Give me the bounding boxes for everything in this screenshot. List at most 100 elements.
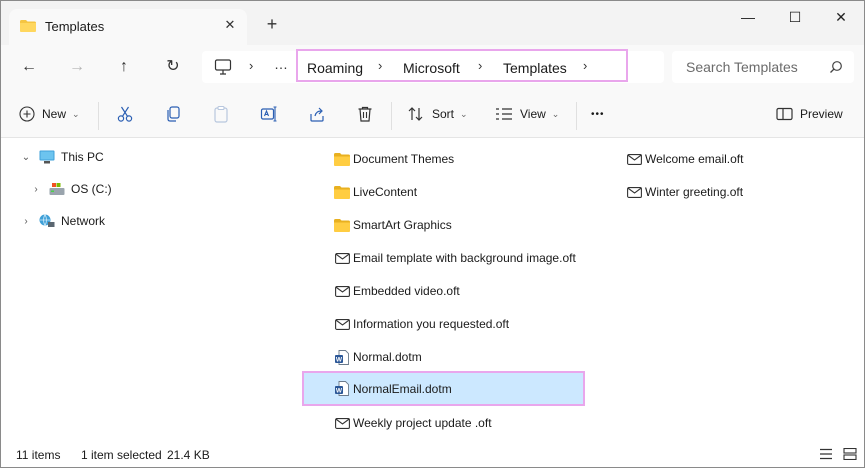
rename-icon bbox=[260, 106, 277, 122]
chevron-right-icon[interactable]: › bbox=[19, 216, 33, 227]
file-name: SmartArt Graphics bbox=[353, 218, 452, 232]
address-bar[interactable]: › … Roaming › Microsoft › Templates › bbox=[202, 49, 664, 83]
file-name: Normal.dotm bbox=[353, 350, 422, 364]
folder-icon bbox=[20, 20, 36, 32]
address-row: ← → ↑ ↻ › … Roaming › Microsoft › Templa… bbox=[1, 45, 864, 90]
divider bbox=[98, 102, 99, 130]
sort-button[interactable]: Sort ⌄ bbox=[407, 102, 468, 126]
chevron-down-icon: ⌄ bbox=[460, 108, 468, 119]
share-button[interactable] bbox=[308, 102, 326, 126]
divider bbox=[391, 102, 392, 130]
view-list-icon bbox=[496, 108, 512, 120]
envelope-icon bbox=[334, 251, 350, 265]
preview-button[interactable]: Preview bbox=[776, 102, 843, 126]
copy-button[interactable] bbox=[164, 102, 182, 126]
envelope-icon bbox=[334, 317, 350, 331]
divider bbox=[576, 102, 577, 130]
chevron-right-icon[interactable]: › bbox=[29, 184, 43, 195]
delete-button[interactable] bbox=[356, 102, 374, 126]
file-name: Information you requested.oft bbox=[353, 317, 510, 331]
envelope-icon bbox=[626, 185, 642, 199]
close-window-button[interactable]: ✕ bbox=[818, 1, 864, 33]
breadcrumb-templates[interactable]: Templates bbox=[503, 60, 567, 76]
tree-label: Network bbox=[61, 214, 106, 228]
tab-templates[interactable]: Templates ✕ bbox=[9, 9, 247, 45]
sort-icon bbox=[408, 107, 423, 121]
share-icon bbox=[310, 107, 324, 122]
envelope-icon bbox=[334, 284, 350, 298]
file-list: Document Themes LiveContent SmartArt Gra… bbox=[288, 139, 864, 441]
back-button[interactable]: ← bbox=[14, 53, 44, 81]
tree-item-network[interactable]: › Network bbox=[19, 210, 105, 232]
paste-button[interactable] bbox=[212, 102, 230, 126]
monitor-icon bbox=[39, 150, 55, 164]
scissors-icon bbox=[117, 106, 133, 122]
envelope-icon bbox=[334, 416, 350, 430]
list-item-email-template[interactable]: Welcome email.oft bbox=[626, 148, 743, 170]
more-options-button[interactable]: ••• bbox=[591, 102, 605, 126]
list-item-folder[interactable]: LiveContent bbox=[334, 181, 417, 203]
drive-icon bbox=[49, 183, 65, 195]
file-name: Winter greeting.oft bbox=[645, 185, 744, 199]
search-input[interactable]: Search Templates bbox=[686, 59, 798, 75]
tree-label: This PC bbox=[61, 150, 104, 164]
status-bar: 11 items 1 item selected 21.4 KB bbox=[1, 441, 864, 467]
chevron-down-icon: ⌄ bbox=[551, 108, 560, 119]
file-name: LiveContent bbox=[353, 185, 418, 199]
up-button[interactable]: ↑ bbox=[109, 53, 139, 81]
tiles-view-icon[interactable] bbox=[843, 448, 857, 460]
list-item-email-template[interactable]: Information you requested.oft bbox=[334, 313, 509, 335]
cut-button[interactable] bbox=[116, 102, 134, 126]
breadcrumb-microsoft[interactable]: Microsoft bbox=[403, 60, 460, 76]
word-document-icon: W bbox=[334, 381, 350, 396]
view-button[interactable]: View ⌄ bbox=[495, 102, 559, 126]
svg-text:W: W bbox=[336, 388, 343, 395]
list-item-email-template[interactable]: Email template with background image.oft bbox=[334, 247, 576, 269]
maximize-button[interactable]: ☐ bbox=[772, 1, 818, 33]
chevron-down-icon[interactable]: ⌄ bbox=[19, 152, 33, 163]
minimize-button[interactable]: — bbox=[725, 1, 771, 33]
chevron-right-icon[interactable]: › bbox=[378, 58, 382, 73]
file-explorer-window: Templates ✕ + — ☐ ✕ ← → ↑ ↻ › … Roaming … bbox=[0, 0, 865, 468]
clipboard-icon bbox=[214, 105, 228, 123]
new-button[interactable]: New ⌄ bbox=[19, 102, 80, 126]
search-icon bbox=[830, 61, 842, 73]
svg-text:W: W bbox=[336, 356, 343, 363]
item-count: 11 items bbox=[16, 448, 61, 462]
envelope-icon bbox=[626, 152, 642, 166]
list-item-email-template[interactable]: Embedded video.oft bbox=[334, 280, 460, 302]
forward-button[interactable]: → bbox=[62, 53, 92, 81]
sort-label: Sort bbox=[432, 107, 455, 121]
list-item-folder[interactable]: Document Themes bbox=[334, 148, 454, 170]
search-box[interactable]: Search Templates bbox=[672, 51, 854, 83]
list-item-word-template-selected[interactable]: W NormalEmail.dotm bbox=[302, 371, 585, 406]
selection-count: 1 item selected bbox=[81, 448, 162, 462]
view-label: View bbox=[520, 107, 546, 121]
tab-title: Templates bbox=[45, 19, 105, 34]
file-name: Email template with background image.oft bbox=[353, 251, 576, 265]
tree-item-this-pc[interactable]: ⌄ This PC bbox=[19, 146, 104, 168]
rename-button[interactable] bbox=[260, 102, 278, 126]
list-item-email-template[interactable]: Weekly project update .oft bbox=[334, 412, 492, 434]
tree-item-os-c[interactable]: › OS (C:) bbox=[29, 178, 112, 200]
folder-icon bbox=[334, 152, 350, 166]
navigation-pane: ⌄ This PC › OS (C:) › Network bbox=[1, 139, 288, 441]
refresh-button[interactable]: ↻ bbox=[158, 53, 188, 81]
list-item-folder[interactable]: SmartArt Graphics bbox=[334, 214, 452, 236]
tree-label: OS (C:) bbox=[71, 182, 112, 196]
chevron-right-icon[interactable]: › bbox=[583, 58, 587, 73]
chevron-down-icon: ⌄ bbox=[72, 108, 80, 119]
close-tab-icon[interactable]: ✕ bbox=[220, 15, 240, 35]
chevron-right-icon[interactable]: › bbox=[478, 58, 482, 73]
details-view-icon[interactable] bbox=[819, 448, 833, 460]
list-item-word-template[interactable]: W Normal.dotm bbox=[334, 346, 422, 368]
computer-icon bbox=[214, 59, 232, 75]
new-tab-button[interactable]: + bbox=[262, 14, 282, 34]
breadcrumb-overflow-button[interactable]: … bbox=[274, 56, 289, 72]
breadcrumb-roaming[interactable]: Roaming bbox=[307, 60, 363, 76]
list-item-email-template[interactable]: Winter greeting.oft bbox=[626, 181, 743, 203]
chevron-right-icon[interactable]: › bbox=[249, 58, 253, 73]
copy-icon bbox=[167, 106, 180, 122]
preview-label: Preview bbox=[800, 107, 843, 121]
selection-size: 21.4 KB bbox=[167, 448, 210, 462]
